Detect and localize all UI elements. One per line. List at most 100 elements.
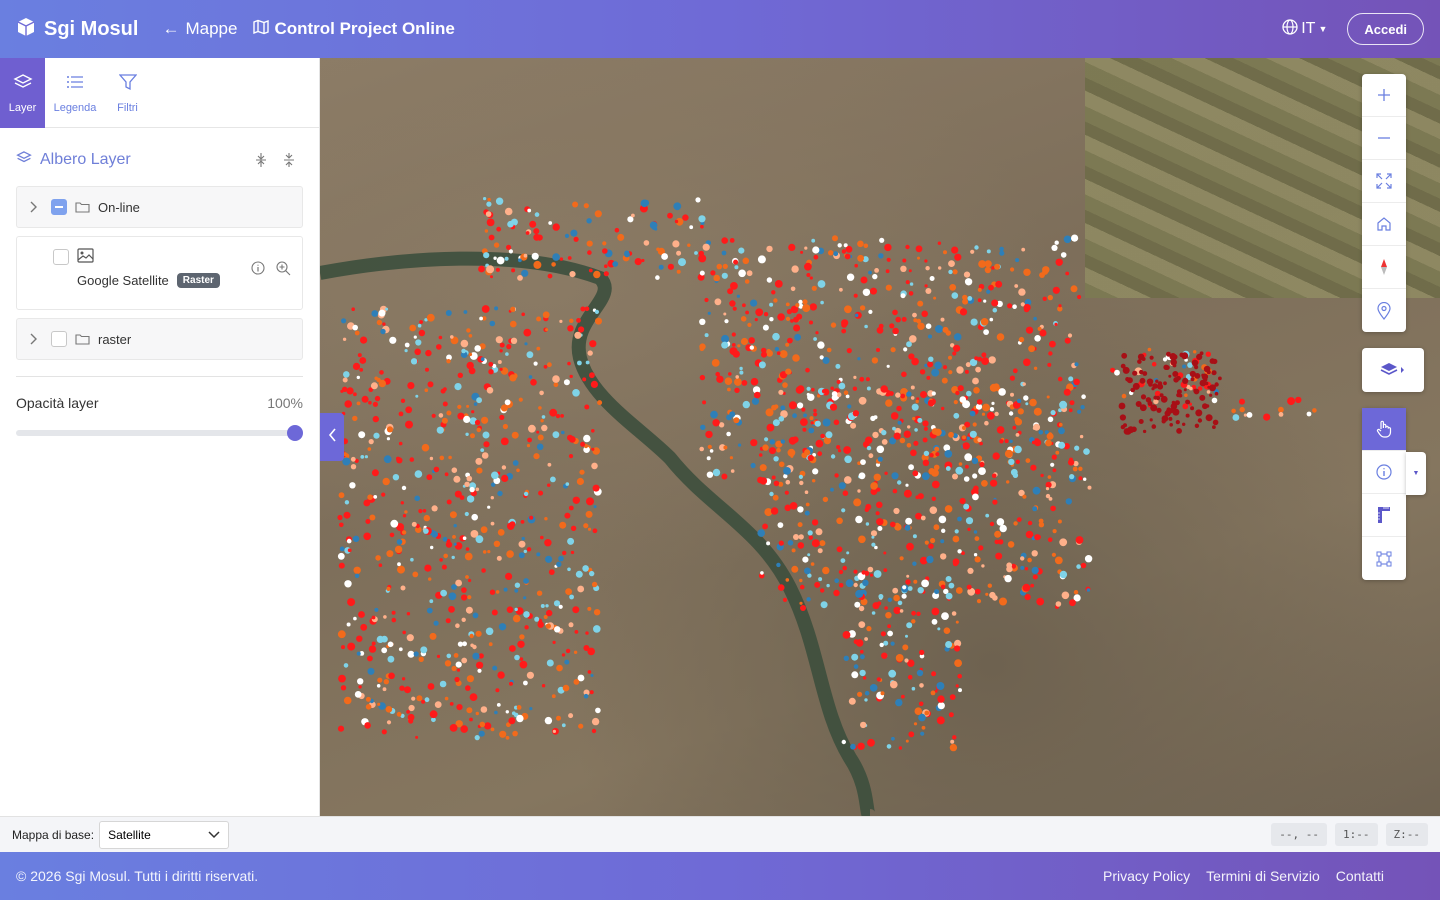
base-map-select[interactable]: Satellite [99,820,230,849]
map-point [1278,406,1284,413]
login-button[interactable]: Accedi [1347,13,1424,45]
opacity-slider[interactable] [16,425,303,441]
map-point [565,648,571,654]
chevron-right-icon[interactable] [17,201,51,213]
map-point [747,322,752,327]
map-point [343,511,351,519]
map-point [527,208,532,213]
brand[interactable]: Sgi Mosul [16,17,138,42]
map-point [1155,395,1161,401]
opacity-slider-thumb[interactable] [287,425,303,441]
map-point [864,507,869,512]
map-point [929,276,935,281]
compass-button[interactable] [1362,246,1406,289]
map-point [890,412,899,420]
map-point [721,250,727,256]
map-point [416,695,423,702]
brand-title: Sgi Mosul [44,17,139,40]
layer-google-satellite[interactable]: Google Satellite Raster [16,236,303,310]
sidebar-panel: Layer Legenda Filtri Albero Layer On-lin… [0,58,320,816]
layer-switcher-button[interactable] [1362,348,1424,392]
home-button[interactable] [1362,203,1406,246]
layer-checkbox-online[interactable] [51,199,67,215]
layer-checkbox-google-satellite[interactable] [53,249,69,265]
tab-filtri[interactable]: Filtri [105,58,150,128]
map-point [545,623,551,629]
select-area-tool-button[interactable] [1362,537,1406,580]
map-point [1004,449,1013,458]
map-point [561,653,566,657]
map-canvas[interactable]: ▼ [320,58,1440,816]
map-point [1161,419,1166,424]
map-point [406,634,414,642]
map-point [851,653,859,661]
map-point [750,377,759,386]
map-point [852,410,860,417]
map-point [1032,486,1041,495]
map-point [411,696,416,701]
tab-legenda[interactable]: Legenda [45,58,105,128]
pan-tool-button[interactable] [1362,408,1406,451]
info-icon[interactable] [251,261,265,280]
map-point [785,479,791,485]
map-point [924,540,929,545]
language-selector[interactable]: IT ▼ [1282,18,1327,40]
map-point [1012,304,1017,309]
map-point [495,688,500,693]
map-point [506,550,514,558]
map-point [864,698,868,702]
map-point [467,595,472,600]
terms-of-service-link[interactable]: Termini di Servizio [1206,868,1320,884]
map-point [759,477,768,485]
map-point [769,317,774,322]
map-point [540,604,545,608]
contacts-link[interactable]: Contatti [1336,868,1384,884]
map-point [655,275,660,280]
map-point [862,579,869,586]
map-point [469,486,475,493]
privacy-policy-link[interactable]: Privacy Policy [1103,868,1190,884]
map-point [1032,574,1038,580]
map-point [343,371,350,378]
map-point [518,540,526,548]
map-point [1008,411,1014,416]
chevron-right-icon[interactable] [17,333,51,345]
zoom-out-button[interactable] [1362,117,1406,160]
identify-options-dropdown[interactable]: ▼ [1406,452,1426,495]
map-point [726,431,731,437]
collapse-all-icon[interactable] [275,152,303,168]
map-point [490,496,494,500]
map-point [488,369,494,375]
sidebar-collapse-toggle[interactable] [320,413,344,461]
back-to-maps-link[interactable]: ← Mappe [162,19,237,39]
map-point [852,386,858,391]
map-point [890,641,895,646]
opacity-slider-track[interactable] [16,430,295,436]
map-point [854,313,859,318]
layer-group-raster[interactable]: raster [16,318,303,360]
map-point [924,284,928,288]
map-point [1132,370,1138,376]
map-point [1010,267,1015,272]
zoom-to-layer-icon[interactable] [276,261,291,281]
expand-all-icon[interactable] [247,152,275,168]
map-point [802,299,808,305]
map-point [483,252,490,259]
identify-tool-button[interactable] [1362,451,1406,494]
map-point [1068,376,1074,382]
tab-layer[interactable]: Layer [0,58,45,128]
map-point [360,623,368,631]
zoom-in-button[interactable] [1362,74,1406,117]
map-point [948,431,954,438]
layer-checkbox-raster[interactable] [51,331,67,347]
map-point [1120,424,1126,430]
layer-group-online[interactable]: On-line [16,186,303,228]
map-point [587,606,592,611]
fullscreen-button[interactable] [1362,160,1406,203]
map-point [536,316,542,322]
map-point [523,328,532,337]
map-point [937,702,945,710]
map-point [353,566,361,574]
locate-button[interactable] [1362,289,1406,332]
measure-tool-button[interactable] [1362,494,1406,537]
